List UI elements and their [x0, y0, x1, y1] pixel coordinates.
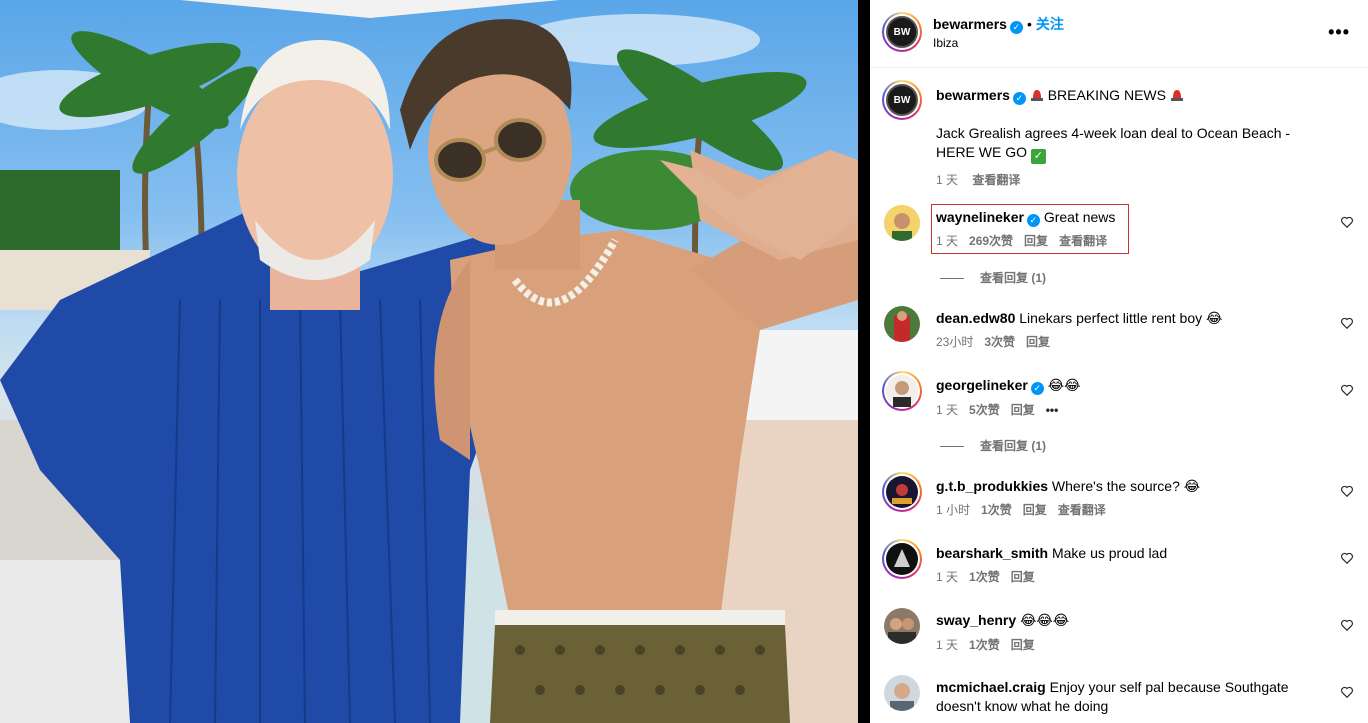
photo-illustration — [0, 0, 858, 723]
bw-logo: BW — [886, 84, 918, 116]
comment-likes[interactable]: 1次赞 — [981, 503, 1012, 517]
location-link[interactable]: Ibiza — [933, 36, 958, 50]
bw-logo: BW — [886, 16, 918, 48]
comment-likes[interactable]: 1次赞 — [969, 570, 1000, 584]
reply-button[interactable]: 回复 — [1011, 403, 1035, 417]
like-heart-icon[interactable] — [1340, 551, 1354, 565]
reply-button[interactable]: 回复 — [1011, 638, 1035, 652]
author-avatar[interactable]: BW — [882, 12, 922, 52]
comment-username[interactable]: waynelineker — [936, 209, 1024, 225]
comment-text: Make us proud lad — [1051, 545, 1168, 561]
translate-link[interactable]: 查看翻译 — [1058, 503, 1106, 517]
avatar-image — [886, 543, 918, 575]
reply-button[interactable]: 回复 — [1024, 234, 1048, 248]
comment-avatar[interactable] — [884, 205, 920, 241]
comment-avatar[interactable] — [882, 539, 922, 579]
comment-likes[interactable]: 1次赞 — [969, 638, 1000, 652]
avatar-image — [884, 675, 920, 711]
comment-avatar[interactable] — [884, 675, 920, 711]
view-replies-button[interactable]: 查看回复 (1) — [940, 437, 1046, 454]
view-replies-button[interactable]: 查看回复 (1) — [940, 269, 1046, 286]
verified-icon: ✓ — [1012, 92, 1026, 105]
avatar-image — [886, 375, 918, 407]
like-heart-icon[interactable] — [1340, 316, 1354, 330]
comment-text: Where's the source? 😂 — [1051, 478, 1201, 494]
caption: bewarmers ✓ BREAKING NEWS Jack Grealish a… — [936, 86, 1346, 188]
siren-icon — [1030, 90, 1043, 101]
siren-icon — [1170, 90, 1183, 101]
verified-icon: ✓ — [1026, 214, 1040, 227]
caption-body: Jack Grealish agrees 4-week loan deal to… — [936, 125, 1291, 160]
comment-time[interactable]: 23小时 — [936, 335, 973, 349]
translate-link[interactable]: 查看翻译 — [1059, 234, 1107, 248]
avatar-image — [884, 608, 920, 644]
avatar-image — [884, 205, 920, 241]
verified-icon: ✓ — [1030, 382, 1044, 395]
replies-line — [940, 278, 964, 280]
comment-time[interactable]: 1 小时 — [936, 503, 970, 517]
comment-likes[interactable]: 269次赞 — [969, 234, 1013, 248]
comment-time[interactable]: 1 天 — [936, 638, 958, 652]
comment-text: 😂😂😂 — [1020, 613, 1070, 629]
like-heart-icon[interactable] — [1340, 215, 1354, 229]
comment-time[interactable]: 1 天 — [936, 570, 958, 584]
replies-line — [940, 446, 964, 448]
post-photo — [0, 0, 858, 723]
like-heart-icon[interactable] — [1340, 484, 1354, 498]
view-replies-label: 查看回复 (1) — [980, 439, 1047, 453]
reply-button[interactable]: 回复 — [1023, 503, 1047, 517]
comment-text: 😂😂 — [1047, 378, 1081, 394]
like-heart-icon[interactable] — [1340, 383, 1354, 397]
comment-text: Linekars perfect little rent boy 😂 — [1019, 310, 1223, 326]
avatar-image — [886, 476, 918, 508]
comment-likes[interactable]: 3次赞 — [984, 335, 1015, 349]
comment-username[interactable]: mcmichael.craig — [936, 679, 1046, 695]
caption-avatar[interactable]: BW — [882, 80, 922, 120]
comment-avatar[interactable] — [882, 371, 922, 411]
panel-divider — [858, 0, 870, 723]
comment-avatar[interactable] — [884, 306, 920, 342]
comments-panel: BW bewarmers ✓ • 关注 Ibiza ••• BW bewarmers ✓… — [870, 0, 1368, 723]
comment-avatar[interactable] — [882, 472, 922, 512]
author-username[interactable]: bewarmers — [933, 16, 1007, 32]
view-replies-label: 查看回复 (1) — [980, 271, 1047, 285]
reply-button[interactable]: 回复 — [1026, 335, 1050, 349]
comment-more-icon[interactable]: ••• — [1046, 403, 1059, 417]
like-heart-icon[interactable] — [1340, 685, 1354, 699]
caption-headline: BREAKING NEWS — [1047, 87, 1166, 103]
like-heart-icon[interactable] — [1340, 618, 1354, 632]
caption-username[interactable]: bewarmers — [936, 87, 1010, 103]
caption-time[interactable]: 1 天 — [936, 173, 958, 187]
comment-username[interactable]: dean.edw80 — [936, 310, 1015, 326]
post-header: BW bewarmers ✓ • 关注 Ibiza ••• — [870, 0, 1368, 68]
comment-username[interactable]: g.t.b_produkkies — [936, 478, 1048, 494]
follow-button[interactable]: 关注 — [1036, 16, 1064, 32]
reply-button[interactable]: 回复 — [1011, 570, 1035, 584]
comment-likes[interactable]: 5次赞 — [969, 403, 1000, 417]
check-mark-icon: ✓ — [1030, 149, 1046, 164]
comment-username[interactable]: georgelineker — [936, 377, 1028, 393]
comment-username[interactable]: bearshark_smith — [936, 545, 1048, 561]
more-options-icon[interactable]: ••• — [1328, 22, 1350, 43]
caption-translate-link[interactable]: 查看翻译 — [972, 173, 1020, 187]
separator-dot: • — [1026, 16, 1032, 32]
avatar-image — [884, 306, 920, 342]
comment-avatar[interactable] — [884, 608, 920, 644]
comment-text: Great news — [1043, 209, 1116, 225]
comment-username[interactable]: sway_henry — [936, 612, 1016, 628]
comment-time[interactable]: 1 天 — [936, 403, 958, 417]
verified-icon: ✓ — [1009, 21, 1023, 34]
comment-time[interactable]: 1 天 — [936, 234, 958, 248]
